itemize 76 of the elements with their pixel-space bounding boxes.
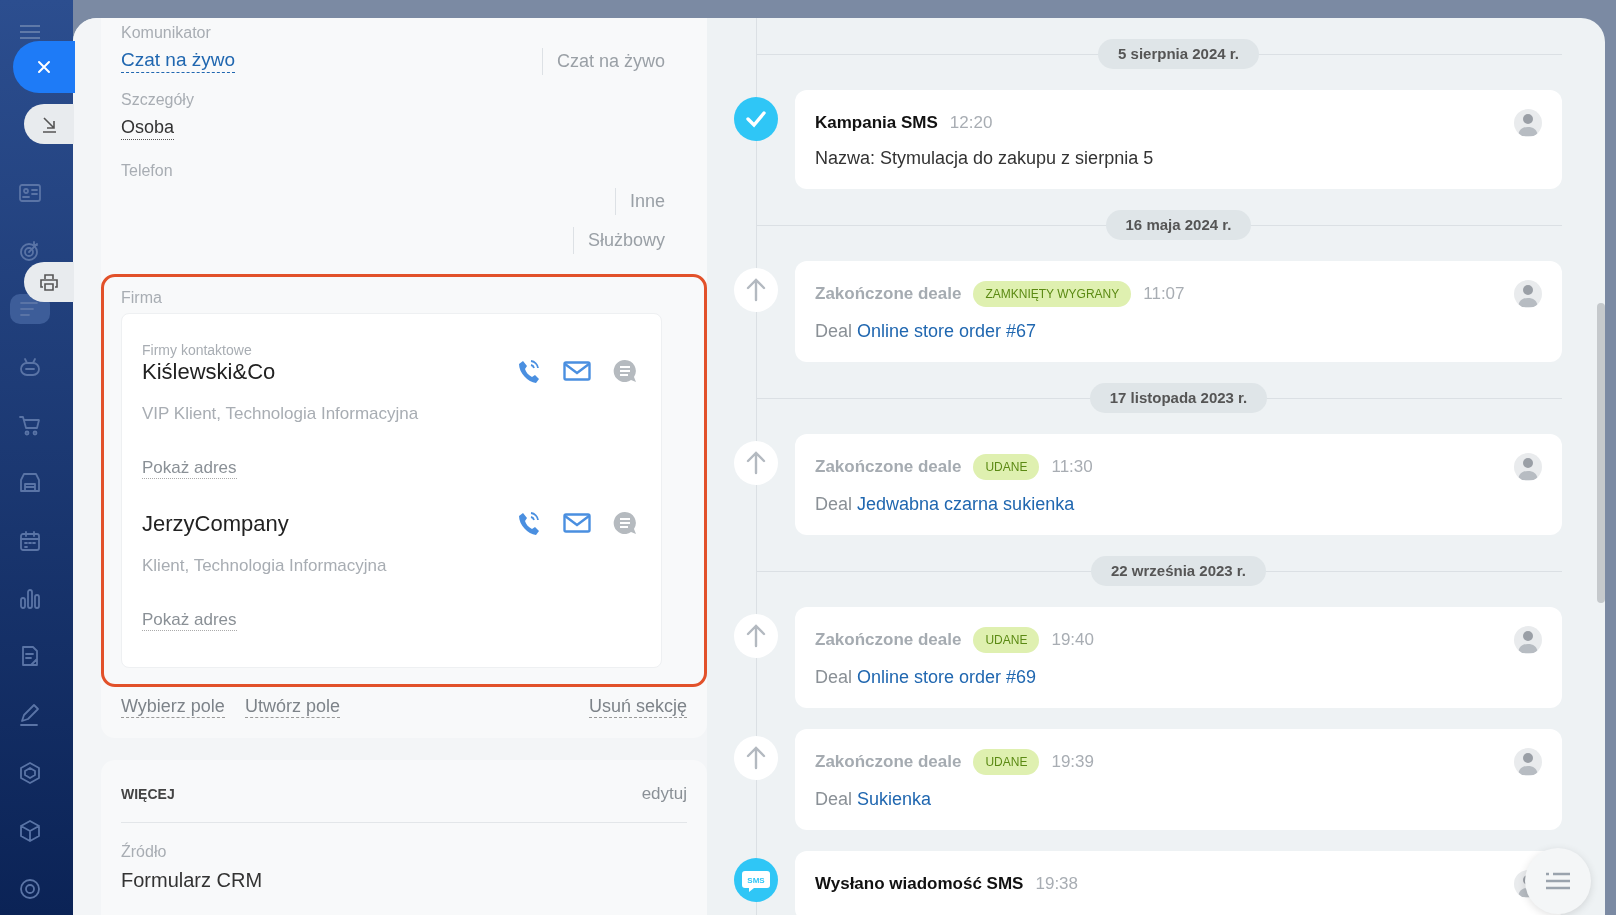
chat-icon[interactable]: [613, 511, 637, 535]
event-time: 11:30: [1051, 457, 1093, 477]
status-badge: UDANE: [973, 627, 1040, 653]
field-type-label: Czat na żywo: [541, 48, 665, 75]
section-title: WIĘCEJ: [121, 786, 175, 802]
event-label: Deal: [815, 667, 853, 688]
date-label: 17 listopada 2023 r.: [1089, 383, 1268, 413]
field-type-label: Służbowy: [572, 227, 665, 254]
deal-link[interactable]: Online store order #67: [857, 321, 1037, 342]
status-badge: ZAMKNIĘTY WYGRANY: [973, 281, 1132, 307]
event-title: Zakończone deale: [815, 284, 962, 304]
phone-icon[interactable]: [517, 510, 541, 536]
arrow-up-icon: [734, 736, 778, 780]
field-value: Formularz CRM: [121, 869, 264, 892]
event-time: 11:07: [1143, 284, 1185, 304]
deal-link[interactable]: Online store order #69: [857, 667, 1037, 688]
section-action-link[interactable]: Wybierz pole: [121, 695, 225, 718]
company-caption: Firmy kontaktowe: [142, 342, 253, 358]
menu-icon[interactable]: [18, 24, 41, 40]
field-label: Telefon: [121, 161, 174, 181]
event-title: Wysłano wiadomość SMS: [815, 874, 1024, 894]
deal-link[interactable]: Jedwabna czarna sukienka: [857, 494, 1075, 515]
event-title: Zakończone deale: [815, 630, 962, 650]
event-label: Deal: [815, 789, 853, 810]
event-label: Deal: [815, 321, 853, 342]
status-badge: UDANE: [973, 749, 1040, 775]
event-time: 19:39: [1051, 752, 1094, 772]
event-time: 12:20: [949, 113, 993, 133]
print-button[interactable]: [24, 262, 74, 302]
event-time: 19:38: [1035, 874, 1078, 894]
field-link[interactable]: Czat na żywo: [121, 48, 236, 73]
deal-link[interactable]: Sukienka: [857, 789, 932, 810]
avatar: [1514, 748, 1542, 776]
date-label: 22 września 2023 r.: [1090, 556, 1267, 586]
company-description: VIP Klient, Technologia Informacyjna: [142, 404, 420, 424]
sms-icon: SMS: [734, 858, 778, 902]
arrow-up-icon: [734, 268, 778, 312]
company-name: Kiślewski&Co: [142, 358, 276, 386]
event-text: Nazwa: Stymulacja do zakupu z sierpnia 5: [815, 148, 1155, 169]
arrow-up-icon: [734, 614, 778, 658]
edit-link[interactable]: edytuj: [641, 784, 687, 804]
sidebar-item[interactable]: [9, 294, 50, 324]
scrollbar[interactable]: [1597, 303, 1605, 603]
arrow-up-icon: [734, 441, 778, 485]
event-label: Deal: [815, 494, 853, 515]
mail-icon[interactable]: [563, 361, 591, 381]
list-icon: [1545, 872, 1571, 890]
show-address-link[interactable]: Pokaż adres: [142, 458, 237, 479]
avatar: [1514, 109, 1542, 137]
remove-section-link[interactable]: Usuń sekcję: [588, 695, 687, 718]
avatar: [1514, 453, 1542, 481]
date-label: 16 maja 2024 r.: [1105, 210, 1252, 240]
company-name: JerzyCompany: [142, 510, 289, 538]
field-value[interactable]: Osoba: [121, 115, 175, 140]
event-time: 19:40: [1051, 630, 1094, 650]
field-label: Źródło: [121, 841, 168, 862]
close-button[interactable]: [13, 41, 75, 93]
download-button[interactable]: [24, 104, 74, 144]
field-label: Szczegóły: [121, 90, 195, 110]
mail-icon[interactable]: [563, 513, 591, 533]
field-type-label: Inne: [614, 188, 665, 215]
company-description: Klient, Technologia Informacyjna: [142, 556, 388, 576]
event-title: Kampania SMS: [815, 113, 938, 133]
avatar: [1514, 626, 1542, 654]
section-action-link[interactable]: Utwórz pole: [244, 695, 340, 718]
date-label: 5 sierpnia 2024 r.: [1098, 39, 1259, 69]
avatar: [1514, 280, 1542, 308]
show-address-link[interactable]: Pokaż adres: [142, 610, 237, 631]
field-label: Komunikator: [121, 23, 212, 43]
chat-icon[interactable]: [613, 359, 637, 383]
event-title: Zakończone deale: [815, 457, 962, 477]
event-title: Zakończone deale: [815, 752, 962, 772]
check-icon: [734, 97, 778, 141]
phone-icon[interactable]: [517, 358, 541, 384]
status-badge: UDANE: [973, 454, 1040, 480]
field-label: Firma: [121, 288, 163, 308]
